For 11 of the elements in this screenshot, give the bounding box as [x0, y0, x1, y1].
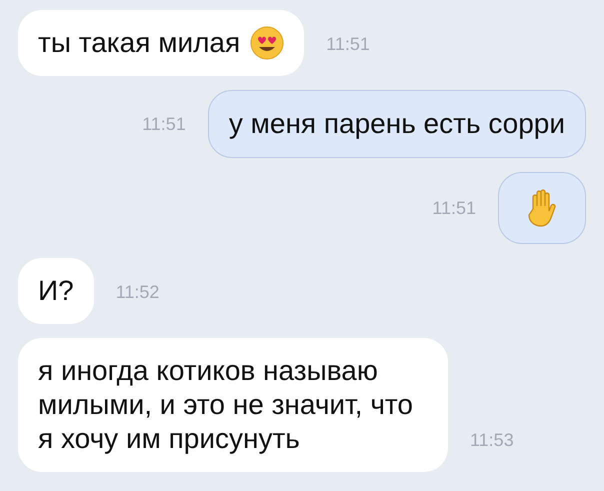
raised-hand-icon	[527, 189, 557, 227]
message-text: ты такая милая	[38, 26, 240, 60]
message-time: 11:53	[470, 429, 514, 452]
message-time: 11:52	[116, 281, 160, 304]
message-time: 11:51	[326, 33, 370, 56]
message-text: И?	[38, 274, 74, 308]
message-text: у меня парень есть сорри	[228, 107, 565, 141]
heart-eyes-face-icon	[250, 26, 284, 60]
message-text: я иногда котиков называю милыми, и это не значит, что я хочу им присунуть	[38, 354, 414, 456]
message-time: 11:51	[432, 196, 476, 220]
message-time: 11:51	[142, 112, 186, 136]
